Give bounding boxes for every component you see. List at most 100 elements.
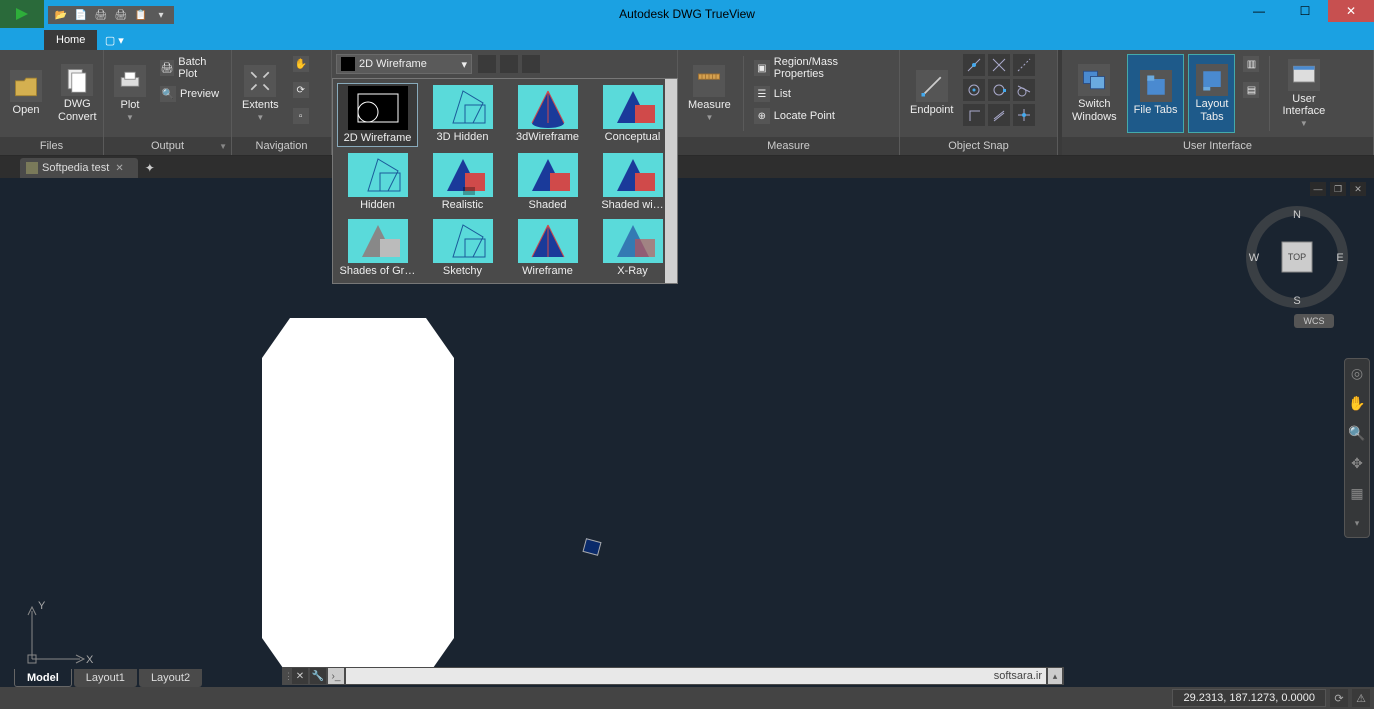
status-icon-2[interactable]: ⚠ (1352, 689, 1370, 707)
nav-more-button[interactable]: ▫ (289, 106, 313, 126)
vp-minimize-icon[interactable]: — (1310, 182, 1326, 196)
gallery-item-2d-wireframe[interactable]: 2D Wireframe (337, 83, 418, 147)
status-icon-1[interactable]: ⟳ (1330, 689, 1348, 707)
maximize-button[interactable]: ☐ (1282, 0, 1328, 22)
nav-orbit-icon[interactable]: ✥ (1347, 453, 1367, 473)
gallery-item-sketchy[interactable]: Sketchy (422, 217, 503, 279)
window-title: Autodesk DWG TrueView (619, 7, 755, 21)
layout-tab-layout1[interactable]: Layout1 (74, 669, 137, 687)
viewcube[interactable]: TOP N E S W (1242, 202, 1352, 312)
panel-measure: Measure ▼ ▣Region/Mass Properties ☰List … (678, 50, 900, 155)
qat-dropdown-icon[interactable]: ▾ (152, 6, 170, 24)
gallery-item-wireframe[interactable]: Wireframe (507, 217, 588, 279)
gallery-item-shaded-wi-[interactable]: Shaded wi… (592, 151, 673, 213)
endpoint-button[interactable]: Endpoint (904, 54, 959, 133)
ui-small-2[interactable]: ▤ (1239, 80, 1263, 100)
plot-button[interactable]: Plot ▼ (108, 54, 152, 133)
orbit-icon: ⟳ (293, 82, 309, 98)
tab-home[interactable]: Home (44, 30, 97, 50)
layout-tabstrip: Model Layout1 Layout2 (14, 669, 202, 687)
file-tabs-button[interactable]: File Tabs (1127, 54, 1185, 133)
ui-small-1[interactable]: ▥ (1239, 54, 1263, 74)
minimize-button[interactable]: — (1236, 0, 1282, 22)
gallery-item-x-ray[interactable]: X-Ray (592, 217, 673, 279)
osnap-node[interactable] (1013, 104, 1035, 126)
list-button[interactable]: ☰List (750, 84, 895, 104)
qat-open-icon[interactable]: 📂 (52, 6, 70, 24)
vp-restore-icon[interactable]: ❐ (1330, 182, 1346, 196)
svg-text:Y: Y (38, 600, 46, 612)
cmd-history-icon[interactable]: ▴ (1048, 668, 1062, 684)
osnap-parallel[interactable] (988, 104, 1010, 126)
vs-icon-1[interactable] (478, 55, 496, 73)
nav-expand-icon[interactable]: ▾ (1347, 513, 1367, 533)
command-input[interactable] (346, 668, 1046, 684)
osnap-center[interactable] (963, 79, 985, 101)
vs-icon-3[interactable] (522, 55, 540, 73)
user-interface-button[interactable]: User Interface ▼ (1276, 54, 1331, 133)
extents-button[interactable]: Extents ▼ (236, 54, 285, 133)
osnap-tangent[interactable] (1013, 79, 1035, 101)
osnap-extension[interactable] (1013, 54, 1035, 76)
cmd-prompt-icon[interactable]: ›_ (328, 668, 344, 684)
gallery-item-3dwireframe[interactable]: 3dWireframe (507, 83, 588, 147)
panel-nav-title: Navigation (232, 137, 331, 155)
ucs-icon: Y X (14, 597, 94, 677)
doc-tab-active[interactable]: Softpedia test ✕ (20, 158, 138, 178)
combo-dropdown-icon: ▾ (461, 58, 467, 71)
gallery-item-hidden[interactable]: Hidden (337, 151, 418, 213)
drawing-viewport[interactable]: Y X ⋮ ✕ 🔧 ›_ ▴ — ❐ ✕ TOP N E S W WCS ◎ ✋… (0, 178, 1374, 687)
qat-print2-icon[interactable]: 🖨 (112, 6, 130, 24)
preview-button[interactable]: 🔍Preview (156, 84, 227, 104)
window-controls: — ☐ ✕ (1236, 0, 1374, 22)
dwg-convert-button[interactable]: DWG Convert (52, 54, 103, 133)
nav-pan-icon[interactable]: ✋ (1347, 393, 1367, 413)
command-bar: ⋮ ✕ 🔧 ›_ ▴ (282, 667, 1064, 685)
gallery-item-conceptual[interactable]: Conceptual (592, 83, 673, 147)
tab-extra[interactable]: ▢ ▾ (99, 30, 129, 50)
gallery-item-shades-of-gray[interactable]: Shades of Gray (337, 217, 418, 279)
visual-style-gallery: 2D Wireframe3D Hidden3dWireframeConceptu… (332, 78, 678, 284)
qat-copy-icon[interactable]: 📋 (132, 6, 150, 24)
vp-close-icon[interactable]: ✕ (1350, 182, 1366, 196)
measure-button[interactable]: Measure ▼ (682, 54, 737, 133)
nav-wheel-icon[interactable]: ◎ (1347, 363, 1367, 383)
vs-icon-2[interactable] (500, 55, 518, 73)
app-menu-button[interactable] (0, 0, 44, 28)
nav-zoom-icon[interactable]: 🔍 (1347, 423, 1367, 443)
gallery-item-3d-hidden[interactable]: 3D Hidden (422, 83, 503, 147)
cmd-wrench-icon[interactable]: 🔧 (310, 668, 326, 684)
osnap-perpendicular[interactable] (963, 104, 985, 126)
batch-plot-button[interactable]: 🖨Batch Plot (156, 54, 227, 82)
open-button[interactable]: Open (4, 54, 48, 133)
panel-output-title[interactable]: Output▼ (104, 137, 231, 155)
doc-tab-close-icon[interactable]: ✕ (115, 163, 123, 174)
osnap-quadrant[interactable] (988, 79, 1010, 101)
viewcube-s: S (1293, 295, 1300, 307)
panel-osnap-title: Object Snap (900, 137, 1057, 155)
switch-windows-button[interactable]: Switch Windows (1066, 54, 1123, 133)
wcs-badge[interactable]: WCS (1294, 314, 1334, 328)
doc-tab-new[interactable]: ✦ (140, 158, 160, 178)
qat-print-icon[interactable]: 🖨 (92, 6, 110, 24)
region-icon: ▣ (754, 60, 770, 76)
region-props-button[interactable]: ▣Region/Mass Properties (750, 54, 895, 82)
panel-navigation: Extents ▼ ✋ ⟳ ▫ Navigation (232, 50, 332, 155)
locate-point-button[interactable]: ⊕Locate Point (750, 106, 895, 126)
nav-showmotion-icon[interactable]: ▦ (1347, 483, 1367, 503)
cmd-close-icon[interactable]: ✕ (292, 668, 308, 684)
gallery-item-realistic[interactable]: Realistic (422, 151, 503, 213)
panel-ui-title: User Interface (1062, 137, 1373, 155)
visual-style-combo[interactable]: 2D Wireframe ▾ (336, 54, 472, 74)
layout-tabs-button[interactable]: Layout Tabs (1188, 54, 1235, 133)
qat-save-icon[interactable]: 📄 (72, 6, 90, 24)
osnap-midpoint[interactable] (963, 54, 985, 76)
gallery-item-shaded[interactable]: Shaded (507, 151, 588, 213)
close-button[interactable]: ✕ (1328, 0, 1374, 22)
layout-tab-layout2[interactable]: Layout2 (139, 669, 202, 687)
pan-button[interactable]: ✋ (289, 54, 313, 74)
gallery-scrollbar[interactable] (665, 79, 677, 283)
osnap-intersection[interactable] (988, 54, 1010, 76)
orbit-button[interactable]: ⟳ (289, 80, 313, 100)
layout-tab-model[interactable]: Model (14, 669, 72, 687)
